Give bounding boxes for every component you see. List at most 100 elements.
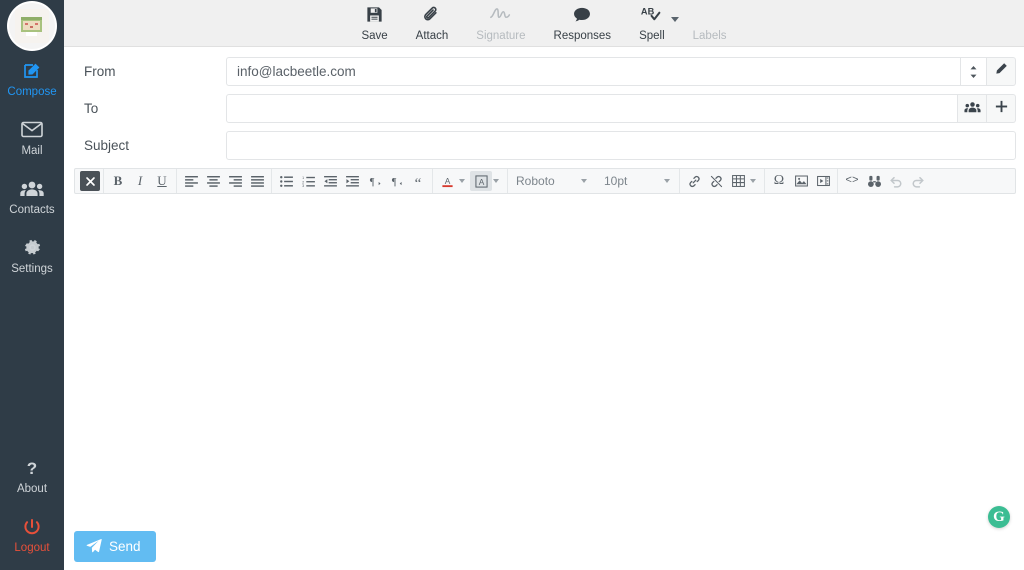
undo-icon[interactable] <box>885 171 907 191</box>
bold-icon[interactable]: B <box>107 171 129 191</box>
plus-icon <box>994 99 1009 119</box>
send-button[interactable]: Send <box>74 531 156 562</box>
sidebar-item-label: Logout <box>14 542 50 554</box>
message-body-editor[interactable] <box>74 194 1016 524</box>
svg-text:¶: ¶ <box>369 177 374 187</box>
save-icon <box>365 5 384 27</box>
outdent-icon[interactable] <box>319 171 341 191</box>
find-replace-icon[interactable] <box>863 171 885 191</box>
sidebar-item-contacts[interactable]: Contacts <box>0 167 64 226</box>
editor-group-alignment <box>177 169 272 193</box>
editor-group-tools: <> <box>838 169 932 193</box>
underline-icon[interactable]: U <box>151 171 173 191</box>
sidebar-item-label: Settings <box>11 263 53 275</box>
align-left-icon[interactable] <box>180 171 202 191</box>
gear-icon <box>0 237 64 259</box>
font-family-select[interactable]: Roboto <box>508 171 596 191</box>
svg-text:?: ? <box>27 459 37 478</box>
attach-button[interactable]: Attach <box>402 0 463 42</box>
from-select-arrows-icon[interactable] <box>961 57 987 86</box>
editor-group-font: Roboto 10pt <box>508 169 680 193</box>
align-center-icon[interactable] <box>202 171 224 191</box>
align-justify-icon[interactable] <box>246 171 268 191</box>
spellcheck-icon: AB <box>640 5 664 27</box>
avatar[interactable] <box>9 3 55 49</box>
remove-format-icon[interactable] <box>80 171 100 191</box>
send-label: Send <box>109 539 141 554</box>
subject-row: Subject <box>74 131 1016 160</box>
sidebar-item-label: About <box>16 483 48 495</box>
sidebar-item-logout[interactable]: Logout <box>0 505 64 564</box>
image-icon[interactable] <box>790 171 812 191</box>
from-row: From <box>74 57 1016 86</box>
highlight-color-chevron-down-icon[interactable] <box>493 179 499 183</box>
from-input[interactable] <box>226 57 961 86</box>
special-character-icon[interactable]: Ω <box>768 171 790 191</box>
video-icon[interactable] <box>812 171 834 191</box>
editor-group-insert-media: Ω <box>765 169 838 193</box>
sidebar-item-about[interactable]: ? About <box>0 446 64 505</box>
redo-icon[interactable] <box>907 171 929 191</box>
compose-screen: Compose Mail Contacts Settings ? About L… <box>0 0 1024 570</box>
contacts-icon <box>0 178 64 200</box>
unlink-icon[interactable] <box>705 171 727 191</box>
editor-group-lists-indent: 1 2 3 ¶ ¶ “ <box>272 169 433 193</box>
question-icon: ? <box>0 457 64 479</box>
sidebar-item-compose[interactable]: Compose <box>0 49 64 108</box>
subject-input[interactable] <box>226 131 1016 160</box>
responses-label: Responses <box>553 30 612 42</box>
responses-button[interactable]: Responses <box>540 0 626 42</box>
svg-text:A: A <box>478 176 484 186</box>
spell-dropdown-chevron-down-icon[interactable] <box>670 17 679 22</box>
bullet-list-icon[interactable] <box>275 171 297 191</box>
blockquote-icon[interactable]: “ <box>407 171 429 191</box>
numbered-list-icon[interactable]: 1 2 3 <box>297 171 319 191</box>
italic-icon[interactable]: I <box>129 171 151 191</box>
pencil-icon <box>994 62 1008 81</box>
table-icon[interactable] <box>727 171 749 191</box>
editor-group-text-style: B I U <box>104 169 177 193</box>
to-contacts-button[interactable] <box>958 94 987 123</box>
compose-form: From info@lacbeetle.com To Subject <box>64 47 1024 160</box>
indent-icon[interactable] <box>341 171 363 191</box>
compose-toolbar: Save Attach Signature Responses AB Spell… <box>64 0 1024 47</box>
power-icon <box>0 516 64 538</box>
speech-bubble-icon <box>572 5 592 27</box>
rtl-icon[interactable]: ¶ <box>385 171 407 191</box>
compose-icon <box>0 60 64 82</box>
from-edit-button[interactable] <box>987 57 1016 86</box>
svg-text:¶: ¶ <box>391 177 396 187</box>
to-add-recipient-button[interactable] <box>987 94 1016 123</box>
avatar-pixel-character <box>15 9 49 43</box>
from-label: From <box>84 64 116 79</box>
font-size-chevron-down-icon <box>664 179 670 183</box>
grammar-assistant-icon[interactable]: G <box>988 506 1010 528</box>
highlight-color-icon[interactable]: A <box>470 171 492 191</box>
text-color-icon[interactable]: A <box>436 171 458 191</box>
text-color-chevron-down-icon[interactable] <box>459 179 465 183</box>
ltr-icon[interactable]: ¶ <box>363 171 385 191</box>
align-right-icon[interactable] <box>224 171 246 191</box>
labels-button[interactable]: Labels <box>679 0 741 42</box>
svg-text:A: A <box>444 175 450 185</box>
sidebar-item-label: Compose <box>7 86 57 98</box>
sidebar-item-settings[interactable]: Settings <box>0 226 64 285</box>
save-button[interactable]: Save <box>347 0 401 42</box>
font-size-select[interactable]: 10pt <box>596 171 679 191</box>
table-chevron-down-icon[interactable] <box>750 179 756 183</box>
mail-icon <box>0 119 64 141</box>
to-input[interactable] <box>226 94 958 123</box>
labels-label: Labels <box>692 30 727 42</box>
sidebar-item-label: Mail <box>21 145 43 157</box>
link-icon[interactable] <box>683 171 705 191</box>
sidebar-bottom-group: ? About Logout <box>0 446 64 570</box>
svg-text:AB: AB <box>641 7 655 17</box>
font-family-chevron-down-icon <box>581 179 587 183</box>
sidebar-item-mail[interactable]: Mail <box>0 108 64 167</box>
sidebar-item-label: Contacts <box>9 204 55 216</box>
to-row: To <box>74 94 1016 123</box>
signature-button[interactable]: Signature <box>462 0 539 42</box>
editor-group-format-clear <box>77 169 104 193</box>
source-code-icon[interactable]: <> <box>841 171 863 191</box>
subject-label: Subject <box>84 138 130 153</box>
